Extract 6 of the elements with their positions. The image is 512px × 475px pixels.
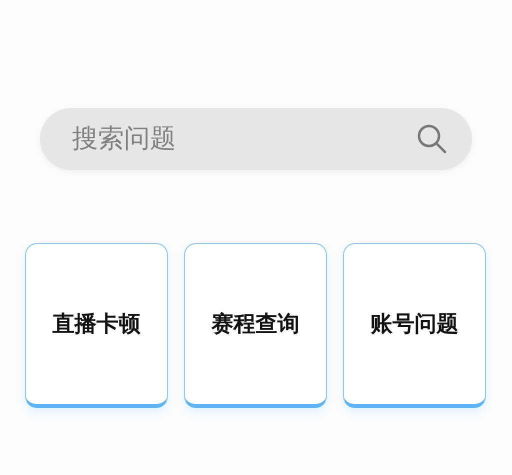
category-card[interactable]: 直播卡顿 xyxy=(25,243,168,408)
search-field[interactable]: 搜索问题 xyxy=(70,123,416,155)
category-card[interactable]: 账号问题 xyxy=(343,243,486,408)
category-card[interactable]: 赛程查询 xyxy=(184,243,327,408)
search-bar[interactable]: 搜索问题 xyxy=(40,108,472,170)
search-icon[interactable] xyxy=(416,123,448,155)
